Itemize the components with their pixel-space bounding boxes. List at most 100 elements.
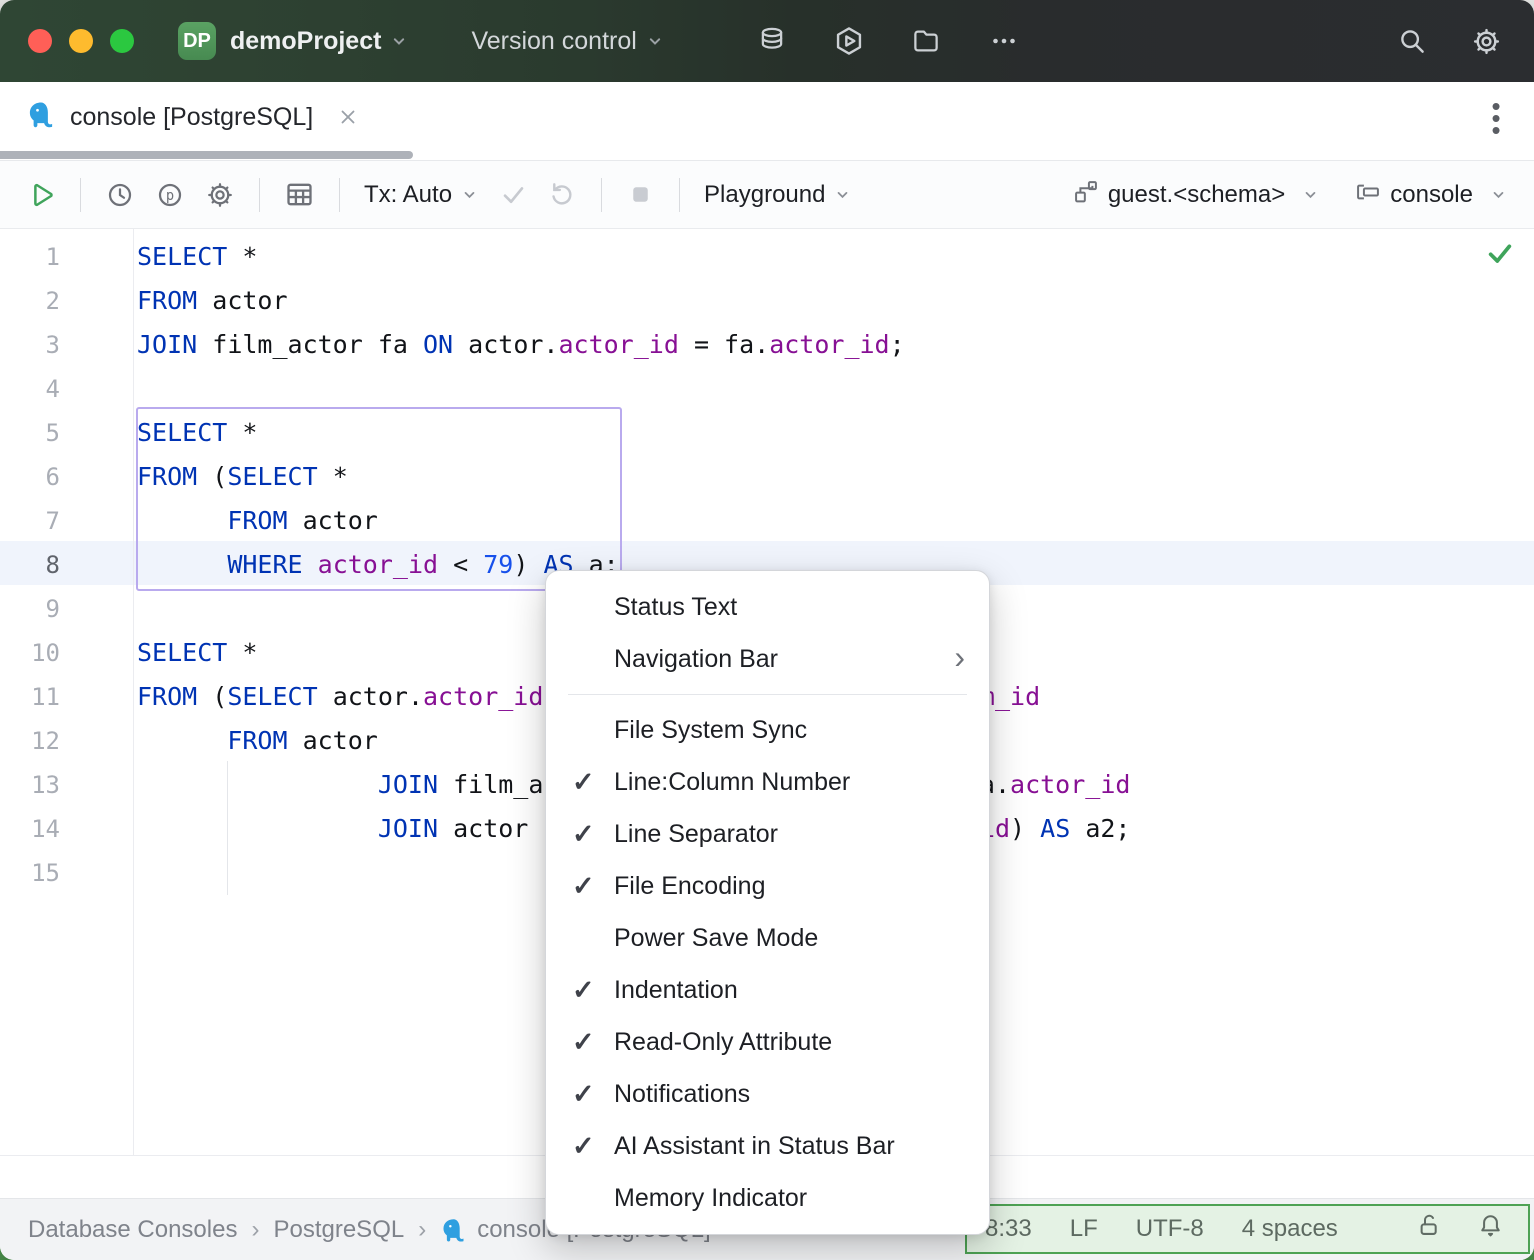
database-tool-icon[interactable] [757, 26, 787, 56]
code-line[interactable]: 7 FROM actor [0, 499, 1534, 543]
settings-gear-icon[interactable] [1471, 26, 1502, 57]
code-line[interactable]: 4 [0, 367, 1534, 411]
line-number: 11 [0, 675, 60, 719]
check-icon: ✓ [572, 1131, 614, 1162]
session-selector-dropdown[interactable]: console [1354, 178, 1508, 211]
code-text: SELECT * [137, 631, 257, 675]
postgresql-elephant-icon [440, 1217, 467, 1244]
line-number: 8 [0, 543, 60, 587]
check-icon: ✓ [572, 975, 614, 1006]
menu-item-label: Power Save Mode [614, 924, 818, 953]
menu-item[interactable]: Navigation Bar› [546, 633, 989, 685]
line-number: 1 [0, 235, 60, 279]
menu-item[interactable]: ✓Line Separator [546, 808, 989, 860]
tx-mode-label: Tx: Auto [364, 181, 452, 209]
menu-item-label: Line Separator [614, 820, 778, 849]
close-window-button[interactable] [28, 29, 52, 53]
project-menu[interactable]: demoProject [230, 27, 381, 56]
menu-item[interactable]: ✓AI Assistant in Status Bar [546, 1120, 989, 1172]
submenu-arrow-icon: › [954, 641, 965, 673]
more-tools-icon[interactable] [987, 26, 1021, 56]
console-session-icon [1354, 178, 1382, 211]
tab-scrollbar-thumb[interactable] [0, 151, 413, 159]
inspections-ok-icon[interactable] [1484, 237, 1516, 274]
code-text: SELECT * [137, 235, 257, 279]
line-number: 6 [0, 455, 60, 499]
code-text: FROM (SELECT * [137, 455, 348, 499]
zoom-window-button[interactable] [110, 29, 134, 53]
ide-window: DP demoProject Version control [0, 0, 1534, 1260]
menu-item-label: Status Text [614, 593, 737, 622]
chevron-down-icon [460, 185, 479, 204]
menu-item[interactable]: Power Save Mode [546, 912, 989, 964]
tab-console-postgresql[interactable]: console [PostgreSQL] [26, 82, 359, 152]
menu-item[interactable]: Status Text [546, 581, 989, 633]
query-history-button[interactable] [105, 180, 135, 210]
chevron-down-icon [1301, 185, 1320, 204]
view-as-table-button[interactable] [284, 179, 315, 210]
project-folder-icon[interactable] [911, 26, 941, 56]
menu-separator [568, 694, 967, 695]
execute-button[interactable] [26, 180, 56, 210]
menu-item[interactable]: File System Sync [546, 704, 989, 756]
status-widget[interactable]: LF [1070, 1215, 1098, 1243]
chevron-down-icon [389, 31, 409, 51]
menu-item-label: Line:Column Number [614, 768, 850, 797]
menu-item[interactable]: ✓Read-Only Attribute [546, 1016, 989, 1068]
code-text: FROM actor [137, 499, 378, 543]
tab-options-kebab-icon[interactable]: ••• [1486, 100, 1506, 136]
line-number: 14 [0, 807, 60, 851]
breadcrumb-separator: › [418, 1216, 426, 1244]
breadcrumb-item[interactable]: PostgreSQL [273, 1216, 404, 1244]
notifications-bell-icon[interactable] [1477, 1212, 1504, 1246]
line-number: 9 [0, 587, 60, 631]
console-settings-gear-icon[interactable] [205, 180, 235, 210]
playground-mode-dropdown[interactable]: Playground [704, 181, 852, 209]
query-parameters-button[interactable]: p [155, 180, 185, 210]
schema-icon [1072, 178, 1100, 211]
search-everywhere-icon[interactable] [1397, 26, 1427, 56]
chevron-down-icon [833, 185, 852, 204]
status-widget[interactable]: UTF-8 [1136, 1215, 1204, 1243]
menu-item[interactable]: ✓File Encoding [546, 860, 989, 912]
menu-item[interactable]: ✓Notifications [546, 1068, 989, 1120]
run-configurations-icon[interactable] [833, 25, 865, 57]
menu-item[interactable]: Memory Indicator [546, 1172, 989, 1224]
code-line[interactable]: 1 SELECT * [0, 235, 1534, 279]
stop-button[interactable] [626, 180, 655, 209]
schema-selector-dropdown[interactable]: guest.<schema> [1072, 178, 1320, 211]
status-widgets: 8:33 LF UTF-8 4 spaces [985, 1215, 1338, 1243]
code-line[interactable]: 6 FROM (SELECT * [0, 455, 1534, 499]
breadcrumb-separator: › [251, 1216, 259, 1244]
toolbar-separator [259, 178, 260, 212]
check-icon: ✓ [572, 1027, 614, 1058]
status-widget[interactable]: 4 spaces [1242, 1215, 1338, 1243]
line-number: 5 [0, 411, 60, 455]
close-tab-icon[interactable] [337, 106, 359, 128]
tx-mode-dropdown[interactable]: Tx: Auto [364, 181, 479, 209]
breadcrumb-item[interactable]: Database Consoles [28, 1216, 237, 1244]
minimize-window-button[interactable] [69, 29, 93, 53]
menu-item[interactable]: ✓Line:Column Number [546, 756, 989, 808]
menu-item-label: File System Sync [614, 716, 807, 745]
version-control-menu[interactable]: Version control [471, 27, 636, 56]
menu-item-label: File Encoding [614, 872, 765, 901]
project-badge[interactable]: DP [178, 22, 216, 60]
title-bar: DP demoProject Version control [0, 0, 1534, 82]
breadcrumb-label: PostgreSQL [273, 1216, 404, 1244]
code-line[interactable]: 2FROM actor [0, 279, 1534, 323]
line-number: 12 [0, 719, 60, 763]
line-number: 15 [0, 851, 60, 895]
unlocked-padlock-icon[interactable] [1416, 1212, 1443, 1246]
menu-item[interactable]: ✓Indentation [546, 964, 989, 1016]
line-number: 3 [0, 323, 60, 367]
toolbar-separator [679, 178, 680, 212]
code-line[interactable]: 3JOIN film_actor fa ON actor.actor_id = … [0, 323, 1534, 367]
commit-button[interactable] [499, 180, 528, 209]
status-widget[interactable]: 8:33 [985, 1215, 1032, 1243]
menu-item-label: AI Assistant in Status Bar [614, 1132, 895, 1161]
chevron-down-icon [1489, 185, 1508, 204]
rollback-button[interactable] [548, 180, 577, 209]
code-line[interactable]: 5SELECT * [0, 411, 1534, 455]
window-controls [0, 29, 134, 53]
